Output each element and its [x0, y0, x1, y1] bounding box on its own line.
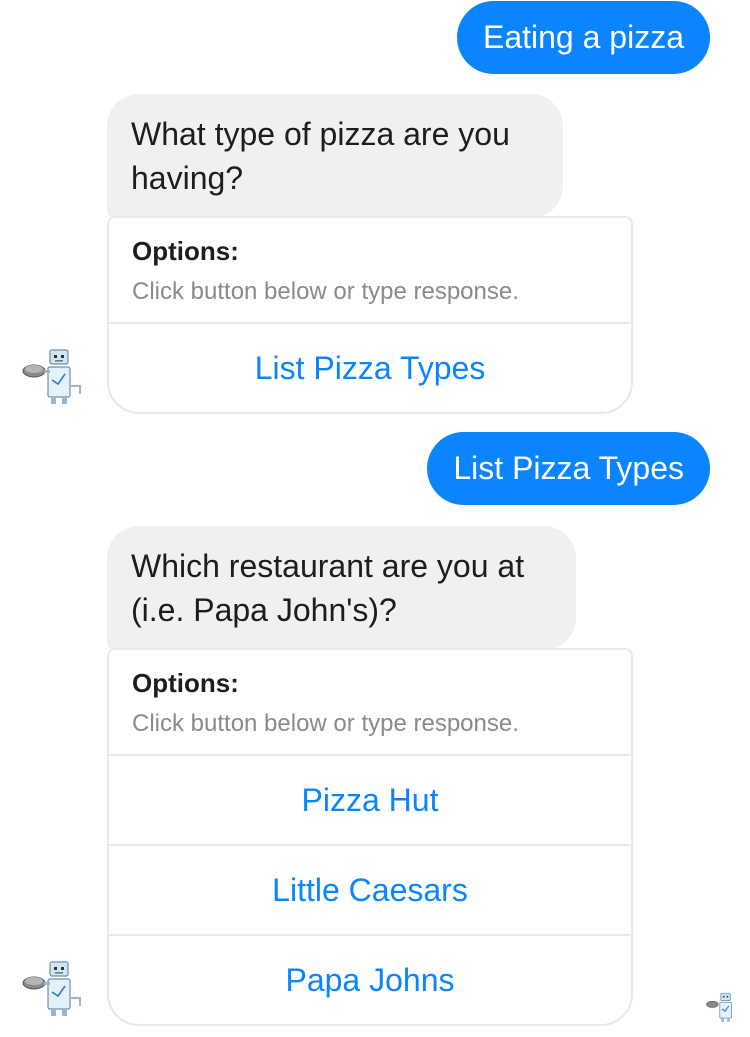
bot-message-bubble: Which restaurant are you at (i.e. Papa J…	[107, 526, 576, 650]
user-message-bubble: Eating a pizza	[456, 1, 710, 74]
robot-avatar-icon	[22, 349, 81, 404]
options-card: Options: Click button below or type resp…	[107, 216, 633, 414]
options-header: Options: Click button below or type resp…	[109, 218, 631, 324]
options-title: Options:	[132, 236, 239, 266]
little-caesars-button[interactable]: Little Caesars	[109, 844, 631, 934]
pizza-hut-button[interactable]: Pizza Hut	[109, 756, 631, 844]
options-subtitle: Click button below or type response.	[132, 710, 519, 737]
robot-avatar-icon	[22, 961, 81, 1016]
bot-message-bubble: What type of pizza are you having?	[107, 94, 563, 218]
papa-johns-button[interactable]: Papa Johns	[109, 934, 631, 1024]
options-card: Options: Click button below or type resp…	[107, 648, 633, 1026]
read-receipt-icon	[706, 992, 732, 1022]
user-message-bubble: List Pizza Types	[427, 432, 710, 505]
options-title: Options:	[132, 668, 239, 698]
options-subtitle: Click button below or type response.	[132, 278, 519, 305]
list-pizza-types-button[interactable]: List Pizza Types	[109, 324, 631, 412]
options-header: Options: Click button below or type resp…	[109, 650, 631, 756]
